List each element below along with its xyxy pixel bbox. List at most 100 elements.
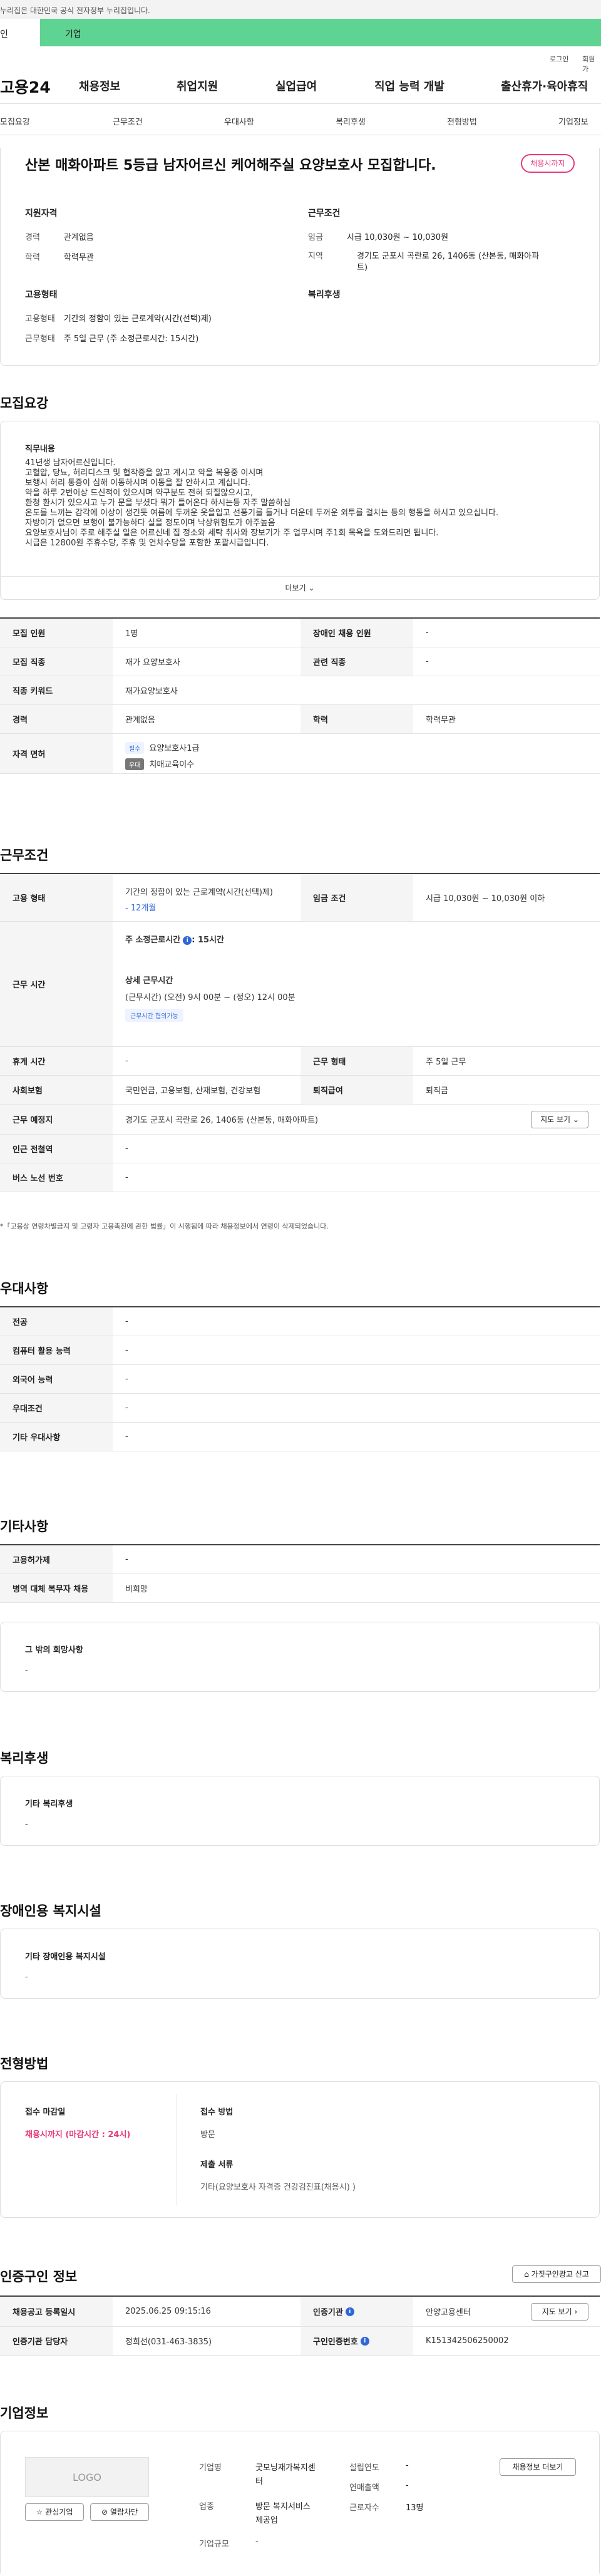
- workday-row: 근무형태 주 5일 근무 (주 소정근로시간: 15시간): [25, 334, 199, 344]
- table-cell: K151342506250002: [426, 2336, 509, 2346]
- login-link[interactable]: 로그인: [550, 54, 568, 64]
- table-header: 휴게 시간: [0, 1047, 113, 1075]
- table-cell: -: [125, 1317, 128, 1326]
- table-row: 휴게 시간 - 근무 형태 주 5일 근무: [0, 1047, 600, 1076]
- employees-label: 근로자수: [349, 2503, 379, 2513]
- block-icon: ⊘: [101, 2508, 108, 2517]
- license-cell: 필수 요양보호사1급 우대 치매교육이수: [125, 734, 199, 773]
- table-row: 사회보험 국민연금, 고용보험, 산재보험, 건강보험 퇴직급여 퇴직금: [0, 1076, 600, 1105]
- employees-value: 13명: [406, 2503, 424, 2513]
- company-name-line2: 터: [255, 2477, 263, 2486]
- revenue-label: 연매출액: [349, 2483, 379, 2493]
- chevron-right-icon: ›: [574, 2307, 578, 2316]
- tab-company[interactable]: 기업: [40, 19, 601, 46]
- table-header: 병역 대체 복무자 채용: [0, 1574, 113, 1602]
- table-row: 모집 직종 재가 요양보호사 관련 직종 -: [0, 647, 600, 676]
- wage-value: 시급 10,030원 ~ 10,030원: [346, 233, 449, 242]
- table-cell: 2025.06.25 09:15:16: [125, 2307, 211, 2316]
- wage-label: 임금: [308, 233, 323, 242]
- deadline-value: 채용시까지 (마감시간 : 24시): [25, 2130, 131, 2140]
- required-badge: 필수: [125, 742, 145, 754]
- table-row: 외국어 능력 -: [0, 1365, 600, 1394]
- table-row: 자격 면허 필수 요양보호사1급 우대 치매교육이수: [0, 734, 600, 774]
- info-icon[interactable]: i: [345, 2307, 354, 2316]
- table-cell: 재가 요양보호사: [125, 658, 180, 667]
- tab-recruit[interactable]: 모집요강: [0, 115, 30, 127]
- table-cell: -: [125, 1144, 128, 1153]
- tab-individual[interactable]: 인: [0, 19, 40, 46]
- table-cell: 1명: [125, 629, 138, 639]
- size-value: -: [255, 2537, 259, 2547]
- gnb-item-skills[interactable]: 직업 능력 개발: [374, 78, 444, 94]
- table-cell: -: [125, 1403, 128, 1413]
- tab-preferences[interactable]: 우대사항: [224, 115, 254, 127]
- table-header: 고용허가제: [0, 1545, 113, 1574]
- preferences-table: 전공 - 컴퓨터 활용 능력 - 외국어 능력 - 우대조건 - 기타 우대사항 -: [0, 1306, 600, 1451]
- etc-table: 고용허가제 - 병역 대체 복무자 채용 비희망: [0, 1544, 600, 1603]
- welfare-heading: 복리후생: [308, 290, 341, 300]
- edu-value: 학력무관: [63, 253, 94, 262]
- table-header: 버스 노선 번호: [0, 1163, 113, 1192]
- cert-table: 채용공고 등록일시 2025.06.25 09:15:16 인증기관 i 안양고용…: [0, 2295, 600, 2356]
- cert-map-button[interactable]: 지도 보기 ›: [531, 2303, 588, 2321]
- founded-value: -: [406, 2461, 409, 2470]
- table-row: 채용공고 등록일시 2025.06.25 09:15:16 인증기관 i 안양고용…: [0, 2297, 600, 2327]
- table-cell: 국민연금, 고용보험, 산재보험, 건강보험: [125, 1086, 261, 1096]
- tab-company[interactable]: 기업정보: [558, 115, 588, 127]
- other-wishes-value: -: [25, 1666, 28, 1675]
- info-icon[interactable]: i: [183, 935, 192, 945]
- gnb-item-unemployment-benefit[interactable]: 실업급여: [275, 78, 317, 94]
- recruit-section-title: 모집요강: [0, 396, 49, 411]
- more-button[interactable]: 더보기 ⌄: [0, 576, 600, 599]
- table-header: 전공: [0, 1307, 113, 1336]
- facility-box: [0, 1929, 600, 1999]
- table-header: 채용공고 등록일시: [0, 2297, 113, 2326]
- method-title: 접수 방법: [200, 2108, 234, 2117]
- table-header: 경력: [0, 705, 113, 733]
- block-view-button[interactable]: ⊘ 열람차단: [90, 2503, 149, 2521]
- table-header: 임금 조건: [300, 874, 413, 921]
- recruit-table: 모집 인원 1명 장애인 채용 인원 - 모집 직종 재가 요양보호사 관련 직…: [0, 617, 600, 774]
- tab-conditions[interactable]: 근무조건: [113, 115, 143, 127]
- other-wishes-box: [0, 1622, 600, 1692]
- table-cell: 정희선(031-463-3835): [125, 2337, 212, 2347]
- gnb-item-employment-support[interactable]: 취업지원: [177, 78, 218, 94]
- edu-label: 학력: [25, 253, 40, 262]
- table-row: 인증기관 담당자 정희선(031-463-3835) 구인인증번호 i K1513…: [0, 2327, 600, 2356]
- table-cell: -: [125, 1432, 128, 1441]
- table-header: 인근 전철역: [0, 1135, 113, 1163]
- info-icon[interactable]: i: [360, 2336, 369, 2346]
- tab-process[interactable]: 전형방법: [447, 115, 477, 127]
- report-fake-ad-button[interactable]: ⌂ 가짓구인광고 신고: [512, 2265, 601, 2283]
- gov-banner: 누리집은 대한민국 공식 전자정부 누리집입니다.: [0, 0, 601, 19]
- map-button[interactable]: 지도 보기 ⌄: [531, 1111, 588, 1128]
- gnb-item-jobs[interactable]: 채용정보: [79, 78, 120, 94]
- gnb-item-parental-leave[interactable]: 출산휴가·육아휴직: [501, 78, 588, 94]
- duty-description: 41년생 남자어르신입니다. 고혈압, 당뇨, 허리디스크 및 협착증을 앓고 …: [25, 458, 499, 548]
- table-row: 경력 관계없음 학력 학력무관: [0, 705, 600, 734]
- other-wishes-title: 그 밖의 희망사항: [25, 1646, 83, 1655]
- preferences-section-title: 우대사항: [0, 1281, 49, 1296]
- tab-welfare[interactable]: 복리후생: [336, 115, 366, 127]
- table-header: 인증기관 담당자: [0, 2327, 113, 2355]
- table-header: 모집 인원: [0, 619, 113, 647]
- welfare-box: [0, 1776, 600, 1846]
- table-header: 구인인증번호 i: [300, 2327, 413, 2355]
- career-row: 경력 관계없음: [25, 230, 94, 242]
- table-header: 퇴직급여: [300, 1076, 413, 1104]
- table-row: 우대조건 -: [0, 1394, 600, 1423]
- star-icon: ☆: [36, 2508, 43, 2517]
- career-label: 경력: [25, 233, 40, 242]
- industry-label: 업종: [199, 2502, 214, 2512]
- table-header: 직종 키워드: [0, 676, 113, 704]
- welfare-section-title: 복리후생: [0, 1751, 49, 1766]
- table-header: 인증기관 i: [300, 2297, 413, 2326]
- duty-title: 직무내용: [25, 445, 55, 454]
- table-cell: -: [125, 1056, 128, 1066]
- table-header: 장애인 채용 인원: [300, 619, 413, 647]
- utility-links: 로그인 회원가: [0, 46, 601, 73]
- more-jobs-button[interactable]: 채용정보 더보기: [500, 2458, 576, 2476]
- site-logo[interactable]: 고용24: [0, 75, 51, 98]
- edu-row: 학력 학력무관: [25, 250, 94, 262]
- favorite-company-button[interactable]: ☆ 관심기업: [25, 2503, 84, 2521]
